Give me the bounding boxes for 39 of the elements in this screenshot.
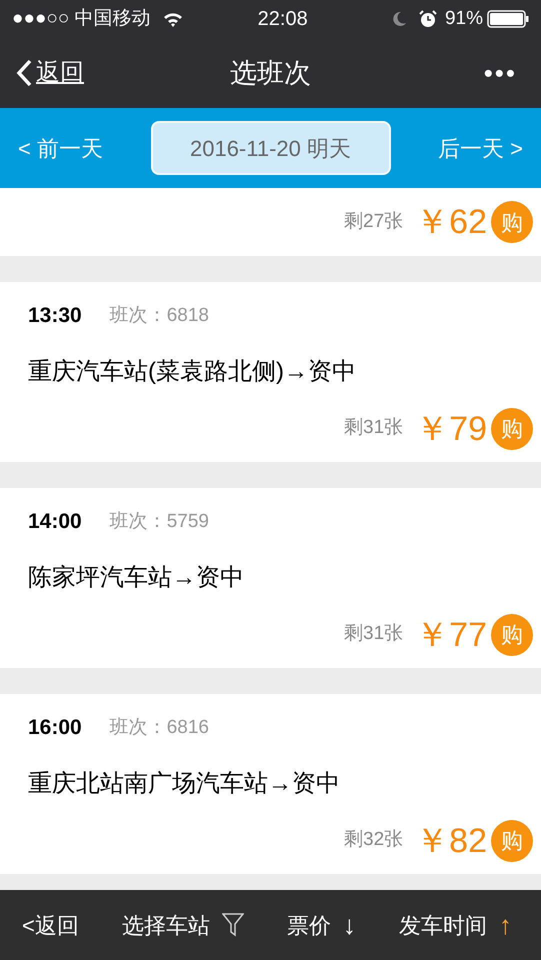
remaining-tickets: 剩31张 — [344, 622, 404, 646]
station-filter-button[interactable]: 选择车站 — [122, 908, 244, 942]
remaining-tickets: 剩31张 — [344, 416, 404, 440]
alarm-icon — [418, 10, 437, 28]
sort-button[interactable]: 发车时间 ↑ — [398, 906, 512, 944]
trip-card[interactable]: 14:00 班次：5759 陈家坪汽车站→资中 剩31张 ￥77 购 — [0, 488, 541, 668]
battery-percent: 91% — [444, 6, 483, 31]
date-button[interactable]: 2016-11-20 明天 — [150, 121, 390, 175]
remaining-tickets: 剩32张 — [344, 828, 404, 852]
route: 重庆北站南广场汽车站→资中 — [28, 768, 341, 798]
departure-time: 14:00 — [28, 509, 82, 535]
price: ￥79 — [415, 412, 487, 446]
price: ￥62 — [415, 205, 487, 239]
route: 重庆汽车站(菜袁路北侧)→资中 — [28, 356, 357, 386]
back-button[interactable]: <返回 — [22, 908, 79, 942]
price: ￥82 — [415, 824, 487, 858]
clock: 22:08 — [258, 7, 308, 32]
more-button[interactable]: ••• — [484, 54, 517, 92]
wifi-icon — [162, 11, 183, 27]
departure-time: 13:30 — [28, 303, 82, 329]
back-button[interactable]: 返回 — [16, 55, 84, 91]
battery-icon — [487, 10, 529, 28]
remaining-tickets: 剩27张 — [344, 210, 404, 234]
trip-number: 班次：6816 — [110, 716, 209, 740]
chevron-left-icon — [16, 59, 32, 87]
trip-card[interactable]: 13:30 班次：6818 重庆汽车站(菜袁路北侧)→资中 剩31张 ￥79 购 — [0, 282, 541, 462]
trip-number: 班次：6818 — [110, 304, 209, 328]
sort-button[interactable]: 票价 ↓ — [286, 906, 356, 944]
trip-card[interactable]: 剩27张 ￥62 购 — [0, 188, 541, 256]
sort-arrow: ↑ — [498, 908, 512, 942]
page-title: 选班次 — [230, 56, 311, 90]
route: 陈家坪汽车站→资中 — [28, 562, 245, 592]
departure-time: 16:00 — [28, 715, 82, 741]
moon-icon — [390, 11, 407, 27]
price: ￥77 — [415, 618, 487, 652]
carrier: ●●●○○ 中国移动 — [12, 6, 151, 31]
trip-number: 班次：5759 — [110, 510, 209, 534]
sort-arrow: ↓ — [342, 908, 356, 942]
trip-card[interactable]: 16:00 班次：6816 重庆北站南广场汽车站→资中 剩32张 ￥82 购 — [0, 694, 541, 874]
